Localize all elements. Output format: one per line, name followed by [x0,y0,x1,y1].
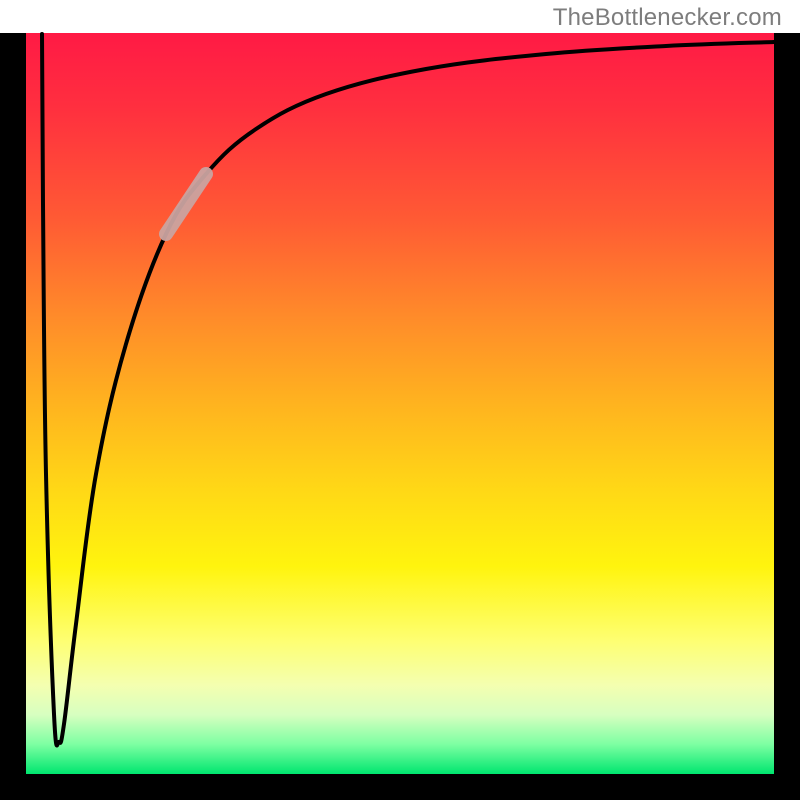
chart-stage: TheBottlenecker.com [0,0,800,800]
curve-svg [26,33,774,774]
axis-right [774,33,800,774]
axis-bottom [0,774,800,800]
attribution-label: TheBottlenecker.com [553,4,782,32]
plot-area [26,33,774,774]
curve-highlight [166,174,206,234]
axis-left [0,33,26,774]
bottleneck-curve [42,34,774,745]
chart-frame [0,33,800,800]
